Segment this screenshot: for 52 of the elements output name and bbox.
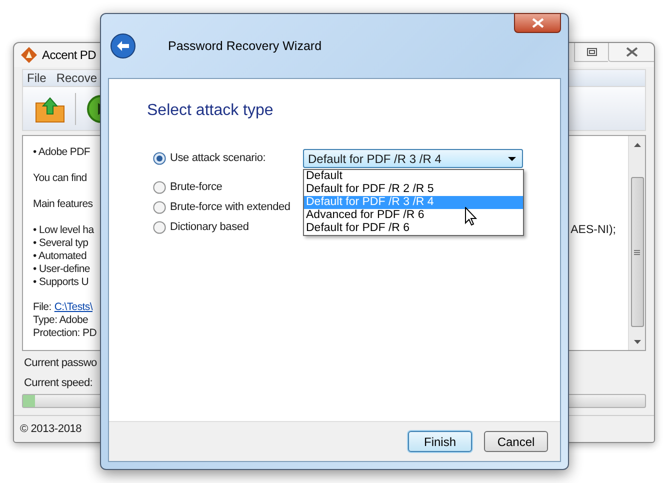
dropdown-option[interactable]: Default xyxy=(304,170,523,183)
bullet-item: • Automated xyxy=(33,248,86,264)
bullet-item: • Several typ xyxy=(33,236,88,251)
folder-upload-icon xyxy=(35,94,65,122)
dialog-button[interactable]: Finish xyxy=(408,431,472,452)
current-password-label: Current passwo xyxy=(24,356,98,371)
back-icon[interactable] xyxy=(110,33,136,59)
grip-icon xyxy=(634,250,640,254)
window-title: Accent PD xyxy=(42,47,96,64)
scroll-up-icon xyxy=(634,143,640,147)
app-logo-icon xyxy=(20,46,38,64)
bullet-item: • Adobe PDF xyxy=(33,144,90,160)
maximize-icon xyxy=(586,48,596,56)
close-icon xyxy=(626,47,638,57)
radio-button[interactable] xyxy=(153,200,166,214)
paragraph-text: Main features xyxy=(33,196,93,212)
radio-button[interactable] xyxy=(153,220,166,234)
maximize-button[interactable] xyxy=(574,43,608,62)
scroll-down-icon xyxy=(634,340,640,344)
page-heading: Select attack type xyxy=(147,101,274,121)
file-type-text: Type: Adobe xyxy=(33,314,90,327)
bullet-item: • User-define xyxy=(33,262,90,277)
radio-label[interactable]: Use attack scenario: xyxy=(170,150,266,166)
file-link[interactable]: C:\Tests\ xyxy=(54,301,92,314)
radio-label[interactable]: Brute-force with extended xyxy=(170,198,290,216)
close-icon xyxy=(532,18,544,28)
radio-label[interactable]: Dictionary based xyxy=(170,218,249,236)
radio-button[interactable] xyxy=(153,152,166,164)
close-button[interactable] xyxy=(608,43,654,62)
dialog-button[interactable]: Cancel xyxy=(484,431,548,452)
mouse-pointer-icon xyxy=(465,207,477,226)
radio-button[interactable] xyxy=(153,180,166,194)
radio-label[interactable]: Brute-force xyxy=(170,178,222,196)
scenario-dropdown[interactable]: Default for PDF /R 3 /R 4 xyxy=(303,149,523,168)
dropdown-option[interactable]: Default for PDF /R 6 xyxy=(304,222,523,235)
protection-text: Protection: PD xyxy=(33,327,98,340)
copyright-text: © 2013-2018 xyxy=(20,422,82,437)
bullet-item: • Supports U xyxy=(33,274,89,290)
close-button[interactable] xyxy=(514,13,561,33)
dropdown-option[interactable]: Default for PDF /R 2 /R 5 xyxy=(304,183,523,196)
bullet-item-end: AES-NI); xyxy=(570,222,616,238)
dropdown-arrow-icon xyxy=(508,156,516,160)
file-label: File: xyxy=(33,301,52,314)
dropdown-option[interactable]: Advanced for PDF /R 6 xyxy=(304,209,523,222)
current-speed-label: Current speed: xyxy=(24,376,94,390)
bullet-item: • Low level ha xyxy=(33,222,94,238)
scrollbar[interactable] xyxy=(628,136,645,350)
scroll-thumb[interactable] xyxy=(630,177,644,327)
paragraph-text: You can find xyxy=(33,170,87,186)
dialog-title: Password Recovery Wizard xyxy=(168,38,322,55)
menu-item[interactable]: Recove xyxy=(56,69,98,87)
menu-item[interactable]: File xyxy=(27,69,46,87)
